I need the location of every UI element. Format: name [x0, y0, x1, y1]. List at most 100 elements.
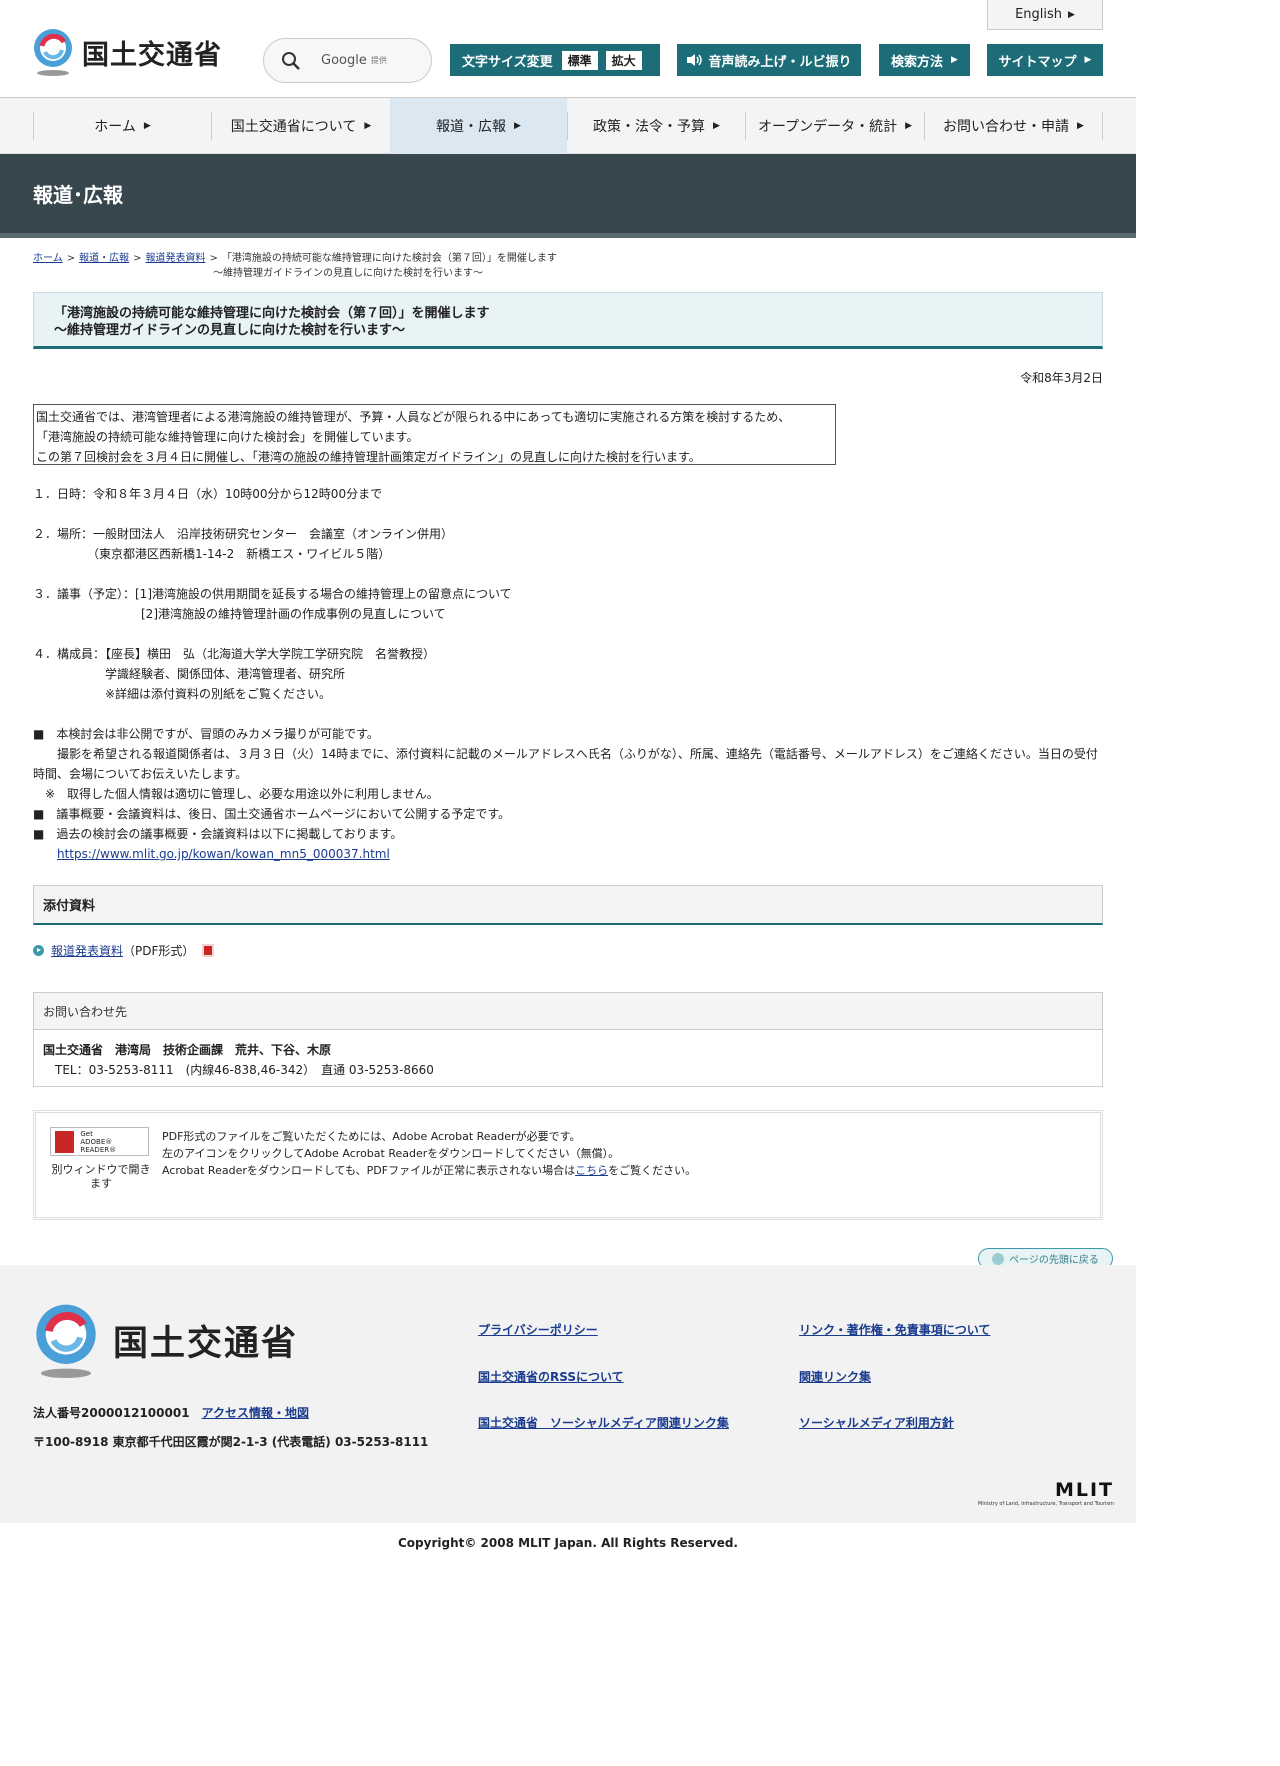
lead-summary: 国土交通省では、港湾管理者による港湾施設の維持管理が、予算・人員などが限られる中…	[33, 404, 836, 465]
search-method-label: 検索方法	[891, 54, 944, 70]
triangle-right-icon: ▶	[514, 121, 521, 131]
nav-item-opendata[interactable]: オープンデータ・統計 ▶	[746, 98, 924, 154]
global-nav: ホーム ▶ 国土交通省について ▶ 報道・広報 ▶ 政策・法令・予算 ▶ オープンデータ…	[0, 98, 1136, 154]
triangle-right-icon: ▶	[1068, 9, 1075, 20]
search-method-button[interactable]: 検索方法 ▶	[879, 44, 970, 76]
contact-box: お問い合わせ先 国土交通省 港湾局 技術企画課 荒井、下谷、木原 TEL：03-…	[33, 992, 1103, 1087]
font-size-control: 文字サイズ変更 標準 拡大	[450, 44, 660, 76]
adobe-reader-icon	[55, 1130, 75, 1153]
social-media-links-link[interactable]: 国土交通省 ソーシャルメディア関連リンク集	[478, 1414, 729, 1431]
circle-arrow-icon	[33, 945, 44, 956]
note-past: ■ 過去の検討会の議事概要・会議資料は以下に掲載しております。	[33, 827, 403, 841]
article-body: １．日時：令和８年３月４日（水）10時00分から12時00分まで ２．場所：一般…	[33, 484, 1108, 864]
site-logo[interactable]: 国土交通省	[32, 28, 222, 76]
triangle-right-icon: ▶	[951, 55, 958, 65]
triangle-right-icon: ▶	[905, 121, 913, 131]
nav-item-contact[interactable]: お問い合わせ・申請 ▶	[925, 98, 1102, 154]
arrow-up-icon	[992, 1252, 1005, 1265]
site-search[interactable]: Google 提供	[263, 38, 432, 83]
english-label: English	[1015, 7, 1063, 22]
breadcrumb-home[interactable]: ホーム	[33, 253, 63, 264]
footer-address: 〒100-8918 東京都千代田区霞が関2-1-3 (代表電話) 03-5253…	[33, 1435, 429, 1449]
nav-label: お問い合わせ・申請	[943, 119, 1070, 135]
attachment-item: 報道発表資料 （PDF形式）	[33, 942, 215, 959]
reader-line: PDF形式のファイルをご覧いただくためには、Adobe Acrobat Read…	[162, 1130, 581, 1143]
breadcrumb-separator: >	[66, 253, 76, 264]
footer-logo-text: 国土交通省	[113, 1324, 299, 1364]
triangle-right-icon: ▶	[1084, 55, 1092, 65]
access-link[interactable]: アクセス情報・地図	[202, 1406, 309, 1420]
related-links-link[interactable]: 関連リンク集	[799, 1368, 871, 1385]
nav-label: 政策・法令・予算	[593, 119, 706, 135]
release-date: 令和8年3月2日	[1020, 371, 1103, 385]
nav-label: ホーム	[94, 119, 136, 135]
breadcrumb-press[interactable]: 報道・広報	[79, 253, 129, 264]
attachments-heading: 添付資料	[33, 885, 1103, 925]
get-adobe-reader-button[interactable]: Get ADOBE® READER®	[50, 1127, 149, 1156]
item-members: ４．構成員：【座長】横田 弘（北海道大学大学院工学研究院 名誉教授）	[33, 647, 436, 661]
past-meetings-link[interactable]: https://www.mlit.go.jp/kowan/kowan_mn5_0…	[57, 847, 390, 861]
triangle-right-icon: ▶	[143, 121, 151, 131]
mlit-full-name: Ministry of Land, Infrastructure, Transp…	[978, 1501, 1115, 1507]
item-agenda: ３．議事（予定）：[1]港湾施設の供用期間を延長する場合の維持管理上の留意点につ…	[33, 587, 512, 601]
triangle-right-icon: ▶	[713, 121, 720, 131]
logo-text: 国土交通省	[82, 39, 222, 71]
mlit-wordmark: MLIT Ministry of Land, Infrastructure, T…	[978, 1479, 1118, 1507]
reader-line: Acrobat Readerをダウンロードしても、PDFファイルが正常に表示され…	[162, 1164, 576, 1177]
social-media-policy-link[interactable]: ソーシャルメディア利用方針	[799, 1414, 954, 1431]
article-title-line2: ～維持管理ガイドラインの見直しに向けた検討を行います～	[54, 323, 406, 338]
pdf-icon	[202, 944, 215, 957]
back-to-top-label: ページの先頭に戻る	[1009, 1255, 1099, 1266]
reader-help-link[interactable]: こちら	[575, 1164, 608, 1177]
contact-tel: TEL：03-5253-8111 (内線46-838,46-342） 直通 03…	[55, 1063, 434, 1077]
copyright-link[interactable]: リンク・著作権・免責事項について	[799, 1321, 990, 1338]
attachment-format: （PDF形式）	[123, 944, 195, 958]
item-agenda-2: [2]港湾施設の維持管理計画の作成事例の見直しについて	[33, 607, 446, 621]
font-large-button[interactable]: 拡大	[605, 50, 642, 70]
voice-reading-button[interactable]: 音声読み上げ・ルビ振り	[677, 44, 861, 76]
font-size-label: 文字サイズ変更	[462, 54, 553, 70]
nav-item-home[interactable]: ホーム ▶	[34, 98, 211, 154]
search-icon	[282, 51, 300, 70]
triangle-right-icon: ▶	[364, 121, 372, 131]
note-camera: ■ 本検討会は非公開ですが、冒頭のみカメラ撮りが可能です。	[33, 727, 379, 741]
note-camera-detail: 撮影を希望される報道関係者は、３月３日（火）14時までに、添付資料に記載のメール…	[33, 747, 1098, 781]
badge-get: Get	[80, 1129, 93, 1138]
corp-info: 法人番号2000012100001 アクセス情報・地図	[33, 1404, 309, 1421]
lead-line: この第７回検討会を３月４日に開催し、「港湾の施設の維持管理計画策定ガイドライン」…	[36, 450, 701, 464]
contact-org: 国土交通省 港湾局 技術企画課 荒井、下谷、木原	[43, 1043, 332, 1057]
mlit-logo-icon	[33, 1303, 99, 1378]
nav-label: オープンデータ・統計	[757, 119, 898, 135]
reader-line-end: をご覧ください。	[608, 1164, 697, 1177]
mlit-logo-text: MLIT	[1054, 1479, 1114, 1501]
rss-link[interactable]: 国土交通省のRSSについて	[478, 1368, 624, 1385]
footer-logo[interactable]: 国土交通省	[33, 1303, 298, 1378]
font-standard-button[interactable]: 標準	[561, 50, 598, 70]
item-datetime: １．日時：令和８年３月４日（水）10時00分から12時00分まで	[33, 487, 383, 501]
item-members-2: 学識経験者、関係団体、港湾管理者、研究所	[33, 667, 346, 681]
lead-line: 国土交通省では、港湾管理者による港湾施設の維持管理が、予算・人員などが限られる中…	[36, 410, 791, 424]
nav-item-policy[interactable]: 政策・法令・予算 ▶	[568, 98, 745, 154]
new-window-label: 別ウィンドウで開きます	[51, 1163, 151, 1190]
privacy-link[interactable]: プライバシーポリシー	[478, 1321, 598, 1338]
page-band: 報道･広報	[0, 154, 1136, 238]
corp-number: 法人番号2000012100001	[33, 1406, 190, 1420]
breadcrumb-releases[interactable]: 報道発表資料	[145, 253, 205, 264]
site-footer: 国土交通省 法人番号2000012100001 アクセス情報・地図 〒100-89…	[0, 1265, 1136, 1523]
contact-heading: お問い合わせ先	[34, 993, 1102, 1030]
nav-item-about[interactable]: 国土交通省について ▶	[212, 98, 390, 154]
breadcrumb-separator: >	[209, 253, 218, 264]
nav-label: 報道・広報	[436, 119, 507, 135]
article-title: 「港湾施設の持続可能な維持管理に向けた検討会（第７回）」を開催します ～維持管理…	[33, 292, 1103, 349]
english-button[interactable]: English ▶	[987, 0, 1103, 30]
nav-item-press[interactable]: 報道・広報 ▶	[390, 98, 567, 154]
press-release-pdf-link[interactable]: 報道発表資料	[51, 942, 123, 959]
note-privacy: ※ 取得した個人情報は適切に管理し、必要な用途以外に利用しません。	[33, 787, 439, 801]
sitemap-button[interactable]: サイトマップ ▶	[987, 44, 1103, 76]
triangle-right-icon: ▶	[1077, 121, 1084, 131]
breadcrumb-current-sub: ～維持管理ガイドラインの見直しに向けた検討を行います～	[213, 268, 483, 279]
item-members-note: ※詳細は添付資料の別紙をご覧ください。	[33, 687, 332, 701]
speaker-icon	[687, 54, 703, 66]
page-band-title: 報道･広報	[33, 183, 123, 207]
sitemap-label: サイトマップ	[998, 54, 1077, 70]
